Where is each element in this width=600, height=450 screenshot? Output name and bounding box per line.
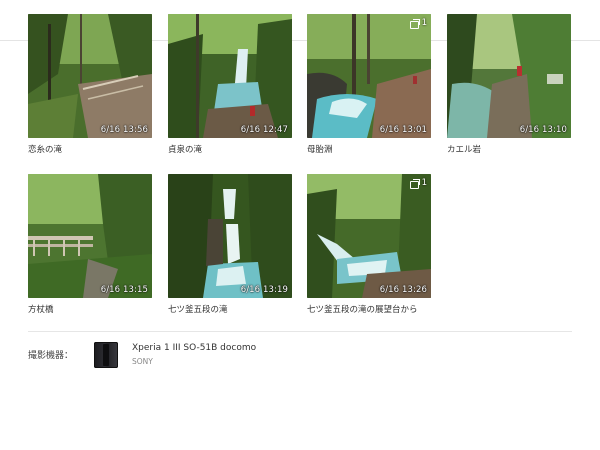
photo-thumbnail[interactable]: 6/16 13:19 [168,174,292,298]
photo-grid: 6/16 13:56 恋糸の滝 6/16 12:47 貞泉の滝 1 6/16 1… [28,14,578,334]
photo-timestamp: 6/16 13:10 [519,125,567,135]
forest-bridge-photo [28,14,152,138]
photo-card[interactable]: 1 6/16 13:26 七ツ釜五段の滝の展望台から [307,174,431,316]
photo-card[interactable]: 1 6/16 13:01 母胎淵 [307,14,431,156]
photo-card[interactable]: 6/16 13:15 方杖橋 [28,174,152,316]
photo-stack-icon [409,178,420,189]
photo-card[interactable]: 6/16 13:10 カエル岩 [447,14,571,156]
photo-card[interactable]: 6/16 12:47 貞泉の滝 [168,14,292,156]
photo-count: 1 [421,18,427,28]
device-details: Xperia 1 III SO-51B docomo SONY [132,342,256,366]
photo-thumbnail[interactable]: 1 6/16 13:01 [307,14,431,138]
photo-timestamp: 6/16 13:56 [100,125,148,135]
device-label: 撮影機器： [28,351,74,361]
photo-caption[interactable]: 母胎淵 [307,145,431,156]
photo-count-badge: 1 [409,178,427,189]
frog-rock-photo [447,14,571,138]
waterfall-photo [168,14,292,138]
photo-row: 6/16 13:56 恋糸の滝 6/16 12:47 貞泉の滝 1 6/16 1… [28,14,578,174]
photo-stack-icon [409,18,420,29]
photo-thumbnail[interactable]: 6/16 12:47 [168,14,292,138]
photo-timestamp: 6/16 12:47 [240,125,288,135]
device-model[interactable]: Xperia 1 III SO-51B docomo [132,343,256,353]
photo-caption[interactable]: 七ツ釜五段の滝の展望台から [307,305,431,316]
photo-caption[interactable]: 方杖橋 [28,305,152,316]
photo-card[interactable]: 6/16 13:56 恋糸の滝 [28,14,152,156]
device-maker: SONY [132,357,153,366]
photo-thumbnail[interactable]: 1 6/16 13:26 [307,174,431,298]
photo-thumbnail[interactable]: 6/16 13:15 [28,174,152,298]
camera-device-info: 撮影機器： Xperia 1 III SO-51B docomo SONY [28,342,256,372]
section-divider [28,331,572,332]
photo-caption[interactable]: 七ツ釜五段の滝 [168,305,292,316]
photo-thumbnail[interactable]: 6/16 13:10 [447,14,571,138]
photo-card[interactable]: 6/16 13:19 七ツ釜五段の滝 [168,174,292,316]
photo-timestamp: 6/16 13:01 [379,125,427,135]
tall-waterfall-photo [168,174,292,298]
photo-timestamp: 6/16 13:26 [379,285,427,295]
observation-view-photo [307,174,431,298]
photo-caption[interactable]: 恋糸の滝 [28,145,152,156]
photo-caption[interactable]: 貞泉の滝 [168,145,292,156]
photo-count: 1 [421,178,427,188]
phone-icon [94,342,118,368]
photo-count-badge: 1 [409,18,427,29]
photo-timestamp: 6/16 13:15 [100,285,148,295]
gorge-pool-photo [307,14,431,138]
photo-caption[interactable]: カエル岩 [447,145,571,156]
bridge-forest-photo [28,174,152,298]
photo-timestamp: 6/16 13:19 [240,285,288,295]
photo-row: 6/16 13:15 方杖橋 6/16 13:19 七ツ釜五段の滝 1 6/16… [28,174,578,334]
photo-thumbnail[interactable]: 6/16 13:56 [28,14,152,138]
